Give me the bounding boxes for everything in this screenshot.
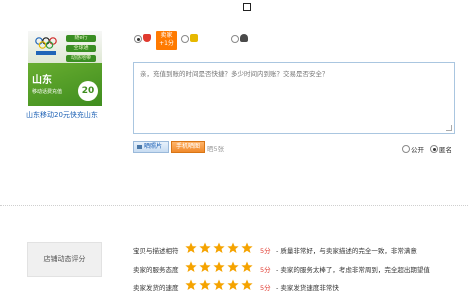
store-rating-title: 店铺动态评分: [27, 242, 102, 277]
image-tag: 全球通: [66, 45, 96, 52]
image-tag: 动感地带: [66, 55, 96, 62]
neutral-rating-icon: [190, 34, 198, 42]
star-rating[interactable]: [185, 242, 255, 256]
image-province: 山东: [32, 75, 52, 86]
star-rating[interactable]: [185, 261, 255, 275]
star-icon[interactable]: [199, 279, 211, 291]
star-icon[interactable]: [241, 279, 253, 291]
photo-limit-note: 晒5张: [207, 145, 225, 153]
rating-bad-radio[interactable]: [231, 35, 239, 43]
rating-row-label: 卖家发货的速度: [133, 284, 179, 292]
section-divider: [0, 205, 468, 206]
star-icon[interactable]: [227, 279, 239, 291]
resize-grip-icon[interactable]: [446, 125, 452, 131]
focus-marker: [243, 3, 251, 11]
rating-row-label: 卖家的服务态度: [133, 266, 179, 274]
image-amount: 20: [78, 81, 98, 101]
visibility-public-label: 公开: [411, 146, 424, 154]
rating-row-label: 宝贝与描述相符: [133, 247, 179, 255]
product-image[interactable]: 随e行 全球通 动感地带 山东 移动话费充值 20: [28, 31, 102, 106]
image-subtitle: 移动话费充值: [32, 89, 63, 95]
bad-rating-icon: [240, 34, 248, 42]
image-tags: 随e行 全球通 动感地带: [66, 35, 96, 65]
rating-good-radio[interactable]: [134, 35, 142, 43]
visibility-anonymous-label: 匿名: [439, 146, 452, 154]
bonus-label-line2: +1分: [159, 40, 174, 47]
star-icon[interactable]: [199, 242, 211, 254]
visibility-anonymous-radio[interactable]: [430, 145, 438, 153]
rating-description: - 卖家发货速度非常快: [276, 284, 339, 292]
star-icon[interactable]: [241, 261, 253, 273]
rating-neutral-radio[interactable]: [181, 35, 189, 43]
phone-photo-button[interactable]: 手机晒图: [171, 141, 205, 153]
bonus-label-line1: 卖家: [160, 32, 173, 39]
star-icon[interactable]: [241, 242, 253, 254]
rating-row-description: 宝贝与描述相符 5分 - 质量非常好，与卖家描述的完全一致，非常满意: [133, 242, 463, 256]
good-rating-icon: [143, 34, 151, 42]
star-icon[interactable]: [213, 261, 225, 273]
star-icon[interactable]: [227, 261, 239, 273]
star-icon[interactable]: [213, 279, 225, 291]
rating-score: 5分: [260, 247, 271, 255]
star-icon[interactable]: [185, 242, 197, 254]
add-photo-label: 晒照片: [144, 143, 163, 150]
image-tag: 随e行: [66, 35, 96, 42]
star-rating[interactable]: [185, 279, 255, 293]
rating-score: 5分: [260, 284, 271, 292]
star-icon[interactable]: [213, 242, 225, 254]
visibility-public-radio[interactable]: [402, 145, 410, 153]
star-icon[interactable]: [185, 279, 197, 291]
product-title-link[interactable]: 山东移动20元快充山东: [26, 110, 98, 120]
rating-score: 5分: [260, 266, 271, 274]
review-textarea[interactable]: [134, 63, 454, 133]
add-photo-button[interactable]: 晒照片: [133, 141, 169, 153]
rating-row-service: 卖家的服务态度 5分 - 卖家的服务太棒了，考虑非常周到，完全超出期望值: [133, 261, 463, 275]
review-textarea-container: [133, 62, 455, 134]
rating-row-shipping: 卖家发货的速度 5分 - 卖家发货速度非常快: [133, 279, 463, 293]
olympic-rings-icon: [35, 37, 57, 55]
star-icon[interactable]: [227, 242, 239, 254]
star-icon[interactable]: [185, 261, 197, 273]
star-icon[interactable]: [199, 261, 211, 273]
seller-bonus-badge: 卖家 +1分: [156, 31, 177, 50]
rating-description: - 质量非常好，与卖家描述的完全一致，非常满意: [276, 247, 417, 255]
camera-icon: [137, 144, 142, 149]
rating-description: - 卖家的服务太棒了，考虑非常周到，完全超出期望值: [276, 266, 430, 274]
